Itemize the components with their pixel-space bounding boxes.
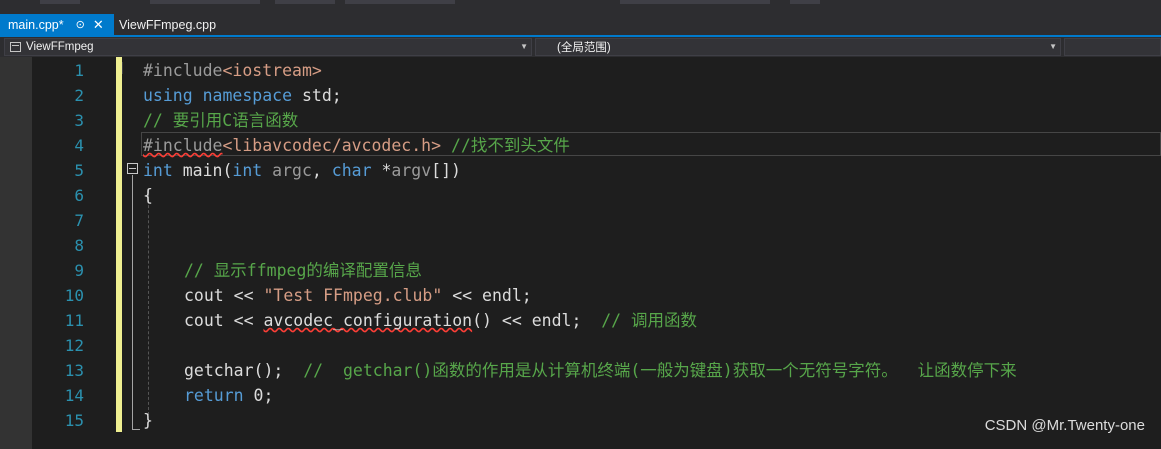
line-number: 5 xyxy=(74,161,84,180)
collapse-icon[interactable] xyxy=(127,163,138,174)
line-number: 12 xyxy=(64,336,84,355)
include-path: <libavcodec/avcodec.h> xyxy=(222,136,442,155)
separator: , xyxy=(311,161,332,180)
line-number: 4 xyxy=(74,136,84,155)
code-line-2: using namespace std; xyxy=(143,83,342,108)
keyword: int xyxy=(143,161,173,180)
line-number: 9 xyxy=(74,261,84,280)
tab-label: main.cpp* xyxy=(8,17,64,32)
tab-main-cpp[interactable]: main.cpp* ⊙ ✕ xyxy=(0,14,114,35)
code-line-15: } xyxy=(143,408,153,433)
preprocessor-directive: #include xyxy=(143,61,223,80)
change-indicator-bar xyxy=(116,82,122,132)
toolbar-segment xyxy=(620,0,770,4)
line-number: 8 xyxy=(74,236,84,255)
line-number: 7 xyxy=(74,211,84,230)
change-indicator-bar xyxy=(116,132,122,432)
line-number: 1 xyxy=(74,61,84,80)
code-line-3: // 要引用C语言函数 xyxy=(143,108,298,133)
toolbar-segment xyxy=(40,0,80,4)
code-text-span: 0; xyxy=(243,386,274,405)
project-label: ViewFFmpeg xyxy=(26,41,94,53)
code-editor[interactable]: 1 2 3 4 5 6 7 8 9 10 11 12 13 14 15 #inc… xyxy=(0,57,1161,449)
comment: // getchar()函数的作用是从计算机终端(一般为键盘)获取一个无符号字符… xyxy=(303,361,1017,380)
code-text-span: cout << xyxy=(184,311,264,330)
line-number: 11 xyxy=(64,311,84,330)
code-line-4: #include<libavcodec/avcodec.h> //找不到头文件 xyxy=(143,133,570,158)
open-brace: { xyxy=(143,186,153,205)
code-text-span: << endl; xyxy=(442,286,532,305)
toolbar-segment xyxy=(275,0,335,4)
comment: // 要引用C语言函数 xyxy=(143,111,299,130)
code-line-6: { xyxy=(143,183,153,208)
tab-viewffmpeg-cpp[interactable]: ViewFFmpeg.cpp xyxy=(114,14,224,35)
chevron-down-icon: ▼ xyxy=(520,42,528,51)
code-line-9: // 显示ffmpeg的编译配置信息 xyxy=(184,258,422,283)
keyword: using xyxy=(143,86,193,105)
line-number: 10 xyxy=(64,286,84,305)
preprocessor-directive-error: #include xyxy=(143,136,223,155)
line-number: 3 xyxy=(74,111,84,130)
keyword: int xyxy=(232,161,263,180)
keyword: namespace xyxy=(202,86,293,105)
pin-icon[interactable]: ⊙ xyxy=(76,18,85,31)
code-line-13: getchar(); // getchar()函数的作用是从计算机终端(一般为键… xyxy=(184,358,1017,383)
code-text-span: () << endl; xyxy=(472,311,602,330)
line-number: 13 xyxy=(64,361,84,380)
toolbar-segment xyxy=(150,0,260,4)
toolbar-segment xyxy=(345,0,455,4)
code-text-span: std; xyxy=(292,86,342,105)
line-number: 14 xyxy=(64,386,84,405)
pointer-star: * xyxy=(371,161,392,180)
code-line-14: return 0; xyxy=(184,383,273,408)
code-line-5: int main(int argc, char *argv[]) xyxy=(143,158,461,183)
keyword: return xyxy=(184,386,244,405)
tab-label: ViewFFmpeg.cpp xyxy=(119,17,217,32)
code-text-span: []) xyxy=(431,161,461,180)
project-icon xyxy=(10,42,21,52)
project-dropdown[interactable]: ViewFFmpeg ▼ xyxy=(4,38,532,56)
close-brace: } xyxy=(143,411,153,430)
function-name: main( xyxy=(172,161,233,180)
document-tab-strip: main.cpp* ⊙ ✕ ViewFFmpeg.cpp xyxy=(0,5,1161,37)
gutter-separator xyxy=(122,62,123,74)
change-indicator-bar xyxy=(116,57,122,82)
scope-dropdown[interactable]: (全局范围) ▼ xyxy=(535,38,1061,56)
include-path: <iostream> xyxy=(222,61,322,80)
close-icon[interactable]: ✕ xyxy=(93,17,104,33)
parameter: argv xyxy=(391,161,432,180)
code-text-span: getchar(); xyxy=(184,361,304,380)
scope-label: (全局范围) xyxy=(557,42,611,54)
fold-region-end xyxy=(132,429,140,430)
chevron-down-icon: ▼ xyxy=(1049,42,1057,51)
parameter: argc xyxy=(262,161,312,180)
code-line-1: #include<iostream> xyxy=(143,58,322,83)
member-dropdown[interactable] xyxy=(1064,38,1161,56)
keyword: char xyxy=(331,161,372,180)
code-line-11: cout << avcodec_configuration() << endl;… xyxy=(184,308,697,333)
code-text-span: cout << xyxy=(184,286,264,305)
line-number: 2 xyxy=(74,86,84,105)
function-call-error: avcodec_configuration xyxy=(263,311,473,330)
comment: // 显示ffmpeg的编译配置信息 xyxy=(184,261,422,280)
line-number: 6 xyxy=(74,186,84,205)
code-line-10: cout << "Test FFmpeg.club" << endl; xyxy=(184,283,532,308)
comment: //找不到头文件 xyxy=(441,136,570,155)
line-number: 15 xyxy=(64,411,84,430)
indent-guide xyxy=(148,190,149,415)
comment: // 调用函数 xyxy=(601,311,698,330)
fold-region-line xyxy=(132,175,133,430)
editor-margin xyxy=(0,57,32,449)
toolbar-segment xyxy=(790,0,820,4)
watermark: CSDN @Mr.Twenty-one xyxy=(984,417,1145,434)
navigation-bar: ViewFFmpeg ▼ (全局范围) ▼ xyxy=(0,37,1161,57)
string-literal: "Test FFmpeg.club" xyxy=(263,286,443,305)
